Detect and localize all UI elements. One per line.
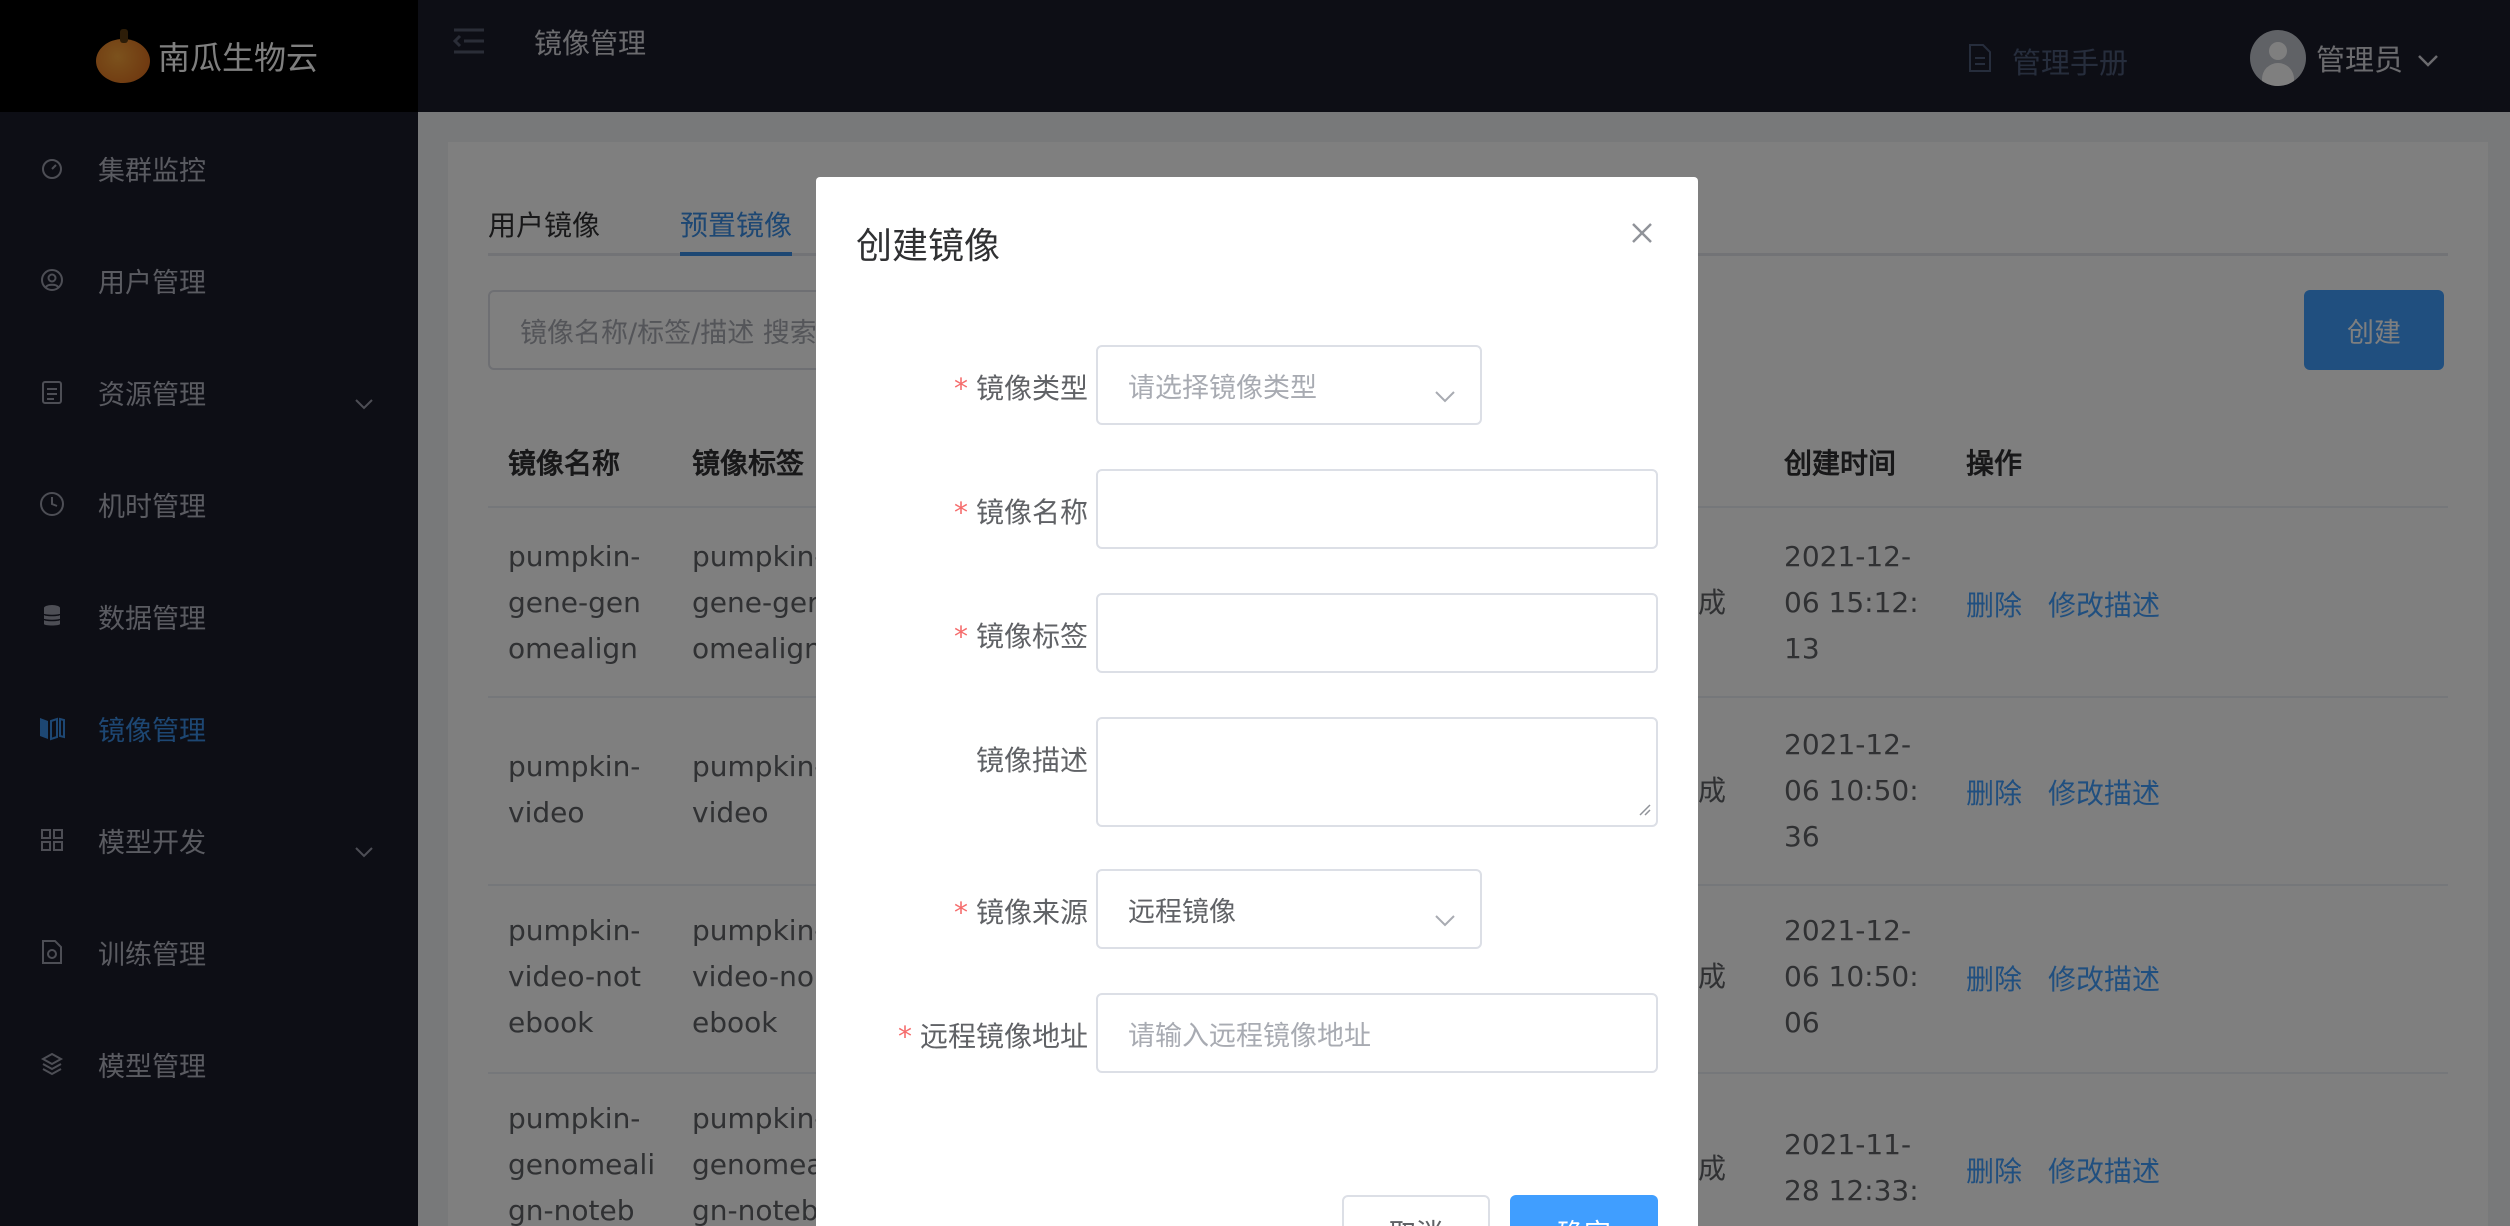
image-name-input[interactable] bbox=[1096, 469, 1658, 549]
image-type-select[interactable]: 请选择镜像类型 bbox=[1096, 345, 1482, 425]
field-label-source: * 镜像来源 bbox=[953, 896, 1088, 929]
field-label-name: * 镜像名称 bbox=[953, 496, 1088, 529]
image-tag-input[interactable] bbox=[1096, 593, 1658, 673]
remote-url-input[interactable]: 请输入远程镜像地址 bbox=[1096, 993, 1658, 1073]
close-icon[interactable] bbox=[1630, 221, 1654, 249]
cancel-button[interactable]: 取消 bbox=[1342, 1195, 1490, 1226]
dialog-footer: 取消 确定 bbox=[1342, 1195, 1658, 1226]
field-label-remote-url: * 远程镜像地址 bbox=[897, 1020, 1088, 1053]
chevron-down-icon bbox=[1434, 903, 1456, 934]
create-image-dialog: 创建镜像 * 镜像类型 请选择镜像类型 * 镜像名称 * 镜像标签 镜像描述 * 镜像来… bbox=[816, 177, 1698, 1226]
dialog-title: 创建镜像 bbox=[856, 226, 1001, 267]
image-source-select[interactable]: 远程镜像 bbox=[1096, 869, 1482, 949]
confirm-button[interactable]: 确定 bbox=[1510, 1195, 1658, 1226]
chevron-down-icon bbox=[1434, 379, 1456, 410]
image-description-textarea[interactable] bbox=[1096, 717, 1658, 827]
field-label-tag: * 镜像标签 bbox=[953, 620, 1088, 653]
field-label-type: * 镜像类型 bbox=[953, 372, 1088, 405]
field-label-desc: 镜像描述 bbox=[975, 744, 1088, 777]
resize-grip-icon[interactable] bbox=[1638, 802, 1652, 821]
